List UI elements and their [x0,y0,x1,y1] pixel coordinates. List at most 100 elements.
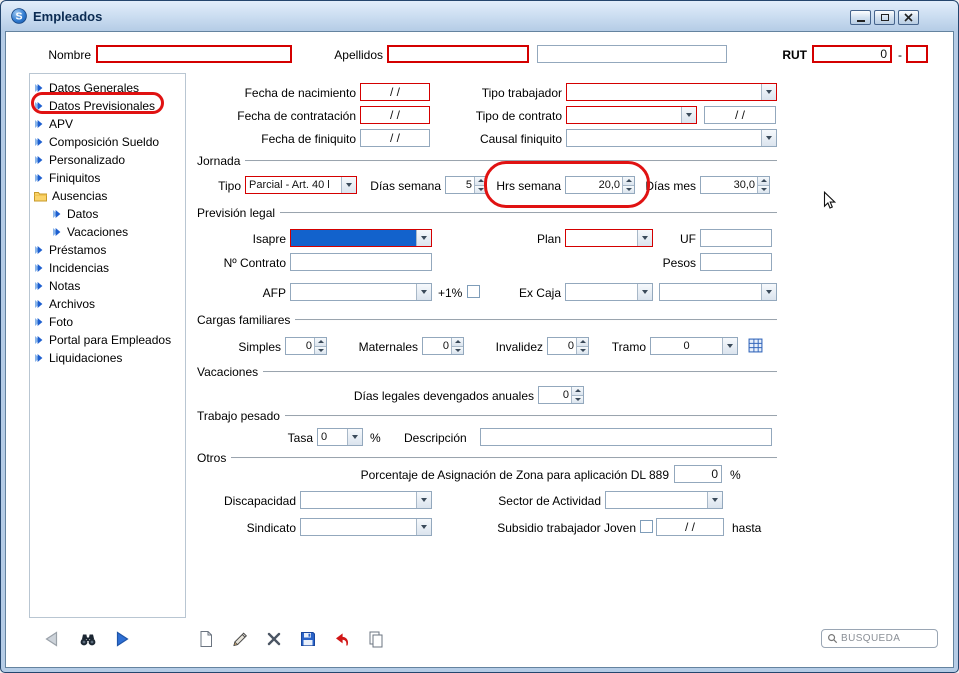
simples-spinner[interactable]: 0 [285,337,327,355]
pesos-input[interactable] [700,253,772,271]
sector-actividad-select[interactable] [605,491,723,509]
spin-up-icon[interactable] [475,177,486,185]
dias-semana-spinner[interactable]: 5 [445,176,487,194]
spin-up-icon[interactable] [577,338,588,346]
chevron-down-icon[interactable] [637,284,652,300]
chevron-down-icon[interactable] [341,177,356,193]
zona-dl889-label: Porcentaje de Asignación de Zona para ap… [360,468,669,482]
excaja-select[interactable] [565,283,653,301]
sidebar-item-liquidaciones[interactable]: Liquidaciones [30,349,185,367]
save-record-button[interactable] [297,628,319,650]
sidebar-item-prestamos[interactable]: Préstamos [30,241,185,259]
spin-down-icon[interactable] [758,184,769,193]
minimize-button[interactable] [850,10,871,25]
apellido-materno-input[interactable] [537,45,727,63]
chevron-down-icon[interactable] [416,284,431,300]
chevron-down-icon[interactable] [347,429,362,445]
afp-plus1-checkbox[interactable] [467,285,480,298]
chevron-down-icon[interactable] [761,130,776,146]
jornada-tipo-select[interactable]: Parcial - Art. 40 l [245,176,357,194]
dias-mes-spinner[interactable]: 30,0 [700,176,770,194]
chevron-down-icon[interactable] [416,230,431,246]
discapacidad-select[interactable] [300,491,432,509]
spin-up-icon[interactable] [758,177,769,185]
tipo-contrato-fecha-input[interactable] [704,106,776,124]
sidebar-item-apv[interactable]: APV [30,115,185,133]
spin-down-icon[interactable] [623,184,634,193]
jornada-tipo-label: Tipo [218,179,241,193]
search-input[interactable] [841,633,932,644]
fecha-contratacion-input[interactable] [360,106,430,124]
spin-down-icon[interactable] [475,184,486,193]
sidebar-item-finiquitos[interactable]: Finiquitos [30,169,185,187]
descripcion-input[interactable] [480,428,772,446]
sidebar-item-incidencias[interactable]: Incidencias [30,259,185,277]
sindicato-select[interactable] [300,518,432,536]
delete-record-button[interactable] [263,628,285,650]
chevron-down-icon[interactable] [416,519,431,535]
close-button[interactable] [898,10,919,25]
find-record-button[interactable] [77,628,99,650]
fecha-finiquito-input[interactable] [360,129,430,147]
chevron-down-icon[interactable] [722,338,737,354]
rut-input[interactable] [812,45,892,63]
chevron-down-icon[interactable] [637,230,652,246]
new-record-button[interactable] [195,628,217,650]
nombre-input[interactable] [96,45,292,63]
chevron-down-icon[interactable] [761,284,776,300]
invalidez-spinner[interactable]: 0 [547,337,589,355]
sidebar-item-personalizado[interactable]: Personalizado [30,151,185,169]
spin-up-icon[interactable] [572,387,583,395]
spin-down-icon[interactable] [452,345,463,354]
spin-down-icon[interactable] [315,345,326,354]
excaja-detalle-select[interactable] [659,283,777,301]
plan-select[interactable] [565,229,653,247]
tramo-select[interactable]: 0 [650,337,738,355]
sidebar-item-archivos[interactable]: Archivos [30,295,185,313]
tramo-table-icon[interactable] [748,338,763,353]
uf-input[interactable] [700,229,772,247]
maternales-spinner[interactable]: 0 [422,337,464,355]
sidebar-item-ausencias-vacaciones[interactable]: Vacaciones [30,223,185,241]
spin-down-icon[interactable] [572,394,583,403]
rut-dv-input[interactable] [906,45,928,63]
sidebar-item-datos-generales[interactable]: Datos Generales [30,79,185,97]
sidebar-item-portal-para-empleados[interactable]: Portal para Empleados [30,331,185,349]
spin-down-icon[interactable] [577,345,588,354]
search-box[interactable] [821,629,938,648]
tipo-trabajador-select[interactable] [566,83,777,101]
chevron-down-icon[interactable] [416,492,431,508]
chevron-down-icon[interactable] [681,107,696,123]
afp-select[interactable] [290,283,432,301]
undo-button[interactable] [331,628,353,650]
sidebar-item-composicion-sueldo[interactable]: Composición Sueldo [30,133,185,151]
spin-up-icon[interactable] [452,338,463,346]
fecha-nacimiento-input[interactable] [360,83,430,101]
causal-finiquito-select[interactable] [566,129,777,147]
sidebar-item-ausencias-datos[interactable]: Datos [30,205,185,223]
sidebar-item-notas[interactable]: Notas [30,277,185,295]
tasa-select[interactable]: 0 [317,428,363,446]
spin-up-icon[interactable] [315,338,326,346]
sidebar-item-ausencias[interactable]: Ausencias [30,187,185,205]
edit-record-button[interactable] [229,628,251,650]
apellido-paterno-input[interactable] [387,45,529,63]
zona-dl889-input[interactable] [674,465,722,483]
sidebar-item-foto[interactable]: Foto [30,313,185,331]
chevron-down-icon[interactable] [707,492,722,508]
prev-record-button[interactable] [41,628,63,650]
next-record-button[interactable] [111,628,133,650]
discapacidad-label: Discapacidad [223,494,296,508]
maximize-button[interactable] [874,10,895,25]
spin-up-icon[interactable] [623,177,634,185]
tipo-contrato-select[interactable] [566,106,697,124]
isapre-select[interactable] [290,229,432,247]
sidebar-item-datos-previsionales[interactable]: Datos Previsionales [30,97,185,115]
hrs-semana-spinner[interactable]: 20,0 [565,176,635,194]
dias-legales-spinner[interactable]: 0 [538,386,584,404]
chevron-down-icon[interactable] [761,84,776,100]
subsidio-joven-checkbox[interactable] [640,520,653,533]
subsidio-joven-fecha-input[interactable] [656,518,724,536]
num-contrato-input[interactable] [290,253,432,271]
copy-record-button[interactable] [365,628,387,650]
